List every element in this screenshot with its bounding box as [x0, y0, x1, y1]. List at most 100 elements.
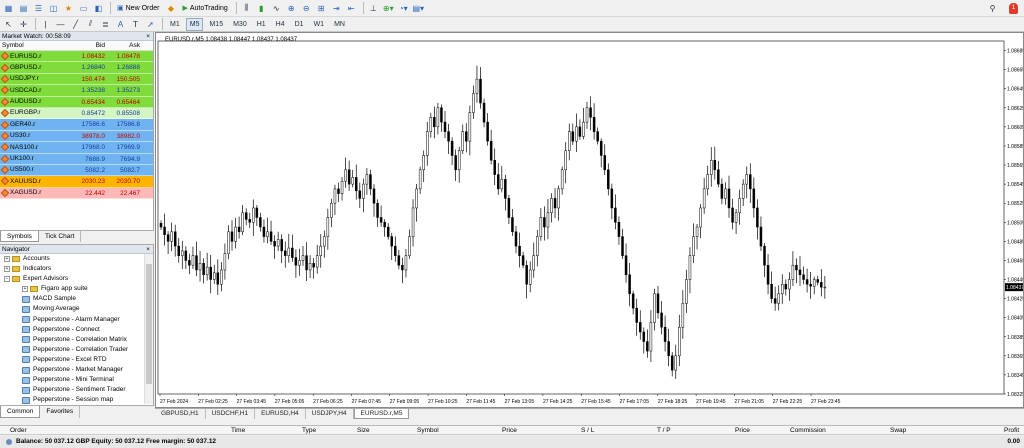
horizontal-line-icon[interactable]: —: [54, 18, 67, 31]
fibonacci-icon[interactable]: ≣: [99, 18, 112, 31]
navigator-item[interactable]: − Expert Advisors: [0, 274, 143, 284]
tab-favorites[interactable]: Favorites: [40, 406, 81, 418]
market-watch-row[interactable]: AUDUSD.r 0.65434 0.65464: [0, 96, 153, 108]
periods-icon[interactable]: ⊥: [367, 2, 380, 15]
line-chart-icon[interactable]: ∿: [270, 2, 283, 15]
col-tp[interactable]: T / P: [657, 426, 671, 436]
cursor-icon[interactable]: ↖: [2, 18, 15, 31]
col-sl[interactable]: S / L: [581, 426, 594, 436]
new-order-button[interactable]: ▣ New Order: [114, 2, 162, 15]
navigator-scrollbar[interactable]: [144, 254, 153, 404]
notification-bell-icon[interactable]: 1: [1009, 3, 1018, 14]
timeframe-m1[interactable]: M1: [166, 18, 184, 31]
expand-icon[interactable]: +: [22, 286, 28, 293]
timeframe-d1[interactable]: D1: [291, 18, 308, 31]
col-profit[interactable]: Profit: [1004, 426, 1019, 436]
tab-symbols[interactable]: Symbols: [0, 231, 39, 242]
expand-icon[interactable]: −: [4, 276, 10, 283]
data-window-icon[interactable]: ◫: [47, 2, 60, 15]
terminal-toggle-icon[interactable]: ▭: [77, 2, 90, 15]
navigator-item[interactable]: Moving Average: [0, 304, 143, 314]
chart-tab-usdjpy-h4[interactable]: USDJPY,H4: [306, 409, 354, 419]
close-icon[interactable]: ×: [146, 245, 153, 253]
expand-icon[interactable]: +: [4, 266, 10, 273]
timeframe-m5[interactable]: M5: [185, 17, 204, 31]
tab-tick-chart[interactable]: Tick Chart: [39, 231, 82, 242]
label-tool-icon[interactable]: T: [129, 18, 142, 31]
market-watch-row[interactable]: USDCAD.r 1.35238 1.35273: [0, 85, 153, 97]
chart-tab-gbpusd-h1[interactable]: GBPUSD,H1: [155, 409, 206, 419]
timeframe-h4[interactable]: H4: [272, 18, 289, 31]
periodicity-icon[interactable]: ◔▾: [397, 2, 410, 15]
market-watch-toggle-icon[interactable]: ☰: [32, 2, 45, 15]
chart-tab-eurusd-h4[interactable]: EURUSD,H4: [255, 409, 306, 419]
col-price-current[interactable]: Price: [735, 426, 750, 436]
indicators-list-icon[interactable]: ⊕▾: [382, 2, 395, 15]
close-icon[interactable]: ×: [146, 32, 153, 40]
navigator-item[interactable]: Pepperstone - Alarm Manager: [0, 315, 143, 325]
navigator-item[interactable]: Pepperstone - Excel RTD: [0, 355, 143, 365]
candlestick-chart[interactable]: EURUSD.r,M5 1.08438 1.08447 1.08437 1.08…: [156, 33, 1023, 407]
expand-icon[interactable]: +: [4, 256, 10, 263]
equidistant-channel-icon[interactable]: ⫽: [84, 18, 97, 31]
profiles-icon[interactable]: ▤: [17, 2, 30, 15]
timeframe-mn[interactable]: MN: [330, 18, 349, 31]
col-time[interactable]: Time: [231, 426, 245, 436]
navigator-item[interactable]: Pepperstone - Correlation Trader: [0, 345, 143, 355]
autoscroll-icon[interactable]: ⇥: [330, 2, 343, 15]
navigator-item[interactable]: Pepperstone - Connect: [0, 325, 143, 335]
navigator-item[interactable]: + Figaro app suite: [0, 284, 143, 294]
column-bid[interactable]: Bid: [72, 41, 107, 50]
timeframe-m15[interactable]: M15: [205, 18, 227, 31]
chart-tab-eurusd-m5[interactable]: EURUSD.r,M5: [353, 409, 410, 419]
zoom-in-icon[interactable]: ⊕: [285, 2, 298, 15]
bar-chart-icon[interactable]: ⫼: [240, 2, 253, 15]
timeframe-m30[interactable]: M30: [229, 18, 251, 31]
chart-tab-usdchf-h1[interactable]: USDCHF,H1: [206, 409, 256, 419]
market-watch-row[interactable]: US500.r 5082.2 5082.7: [0, 164, 153, 177]
zoom-out-icon[interactable]: ⊖: [300, 2, 313, 15]
navigator-item[interactable]: MACD Sample: [0, 294, 143, 304]
col-type[interactable]: Type: [302, 426, 316, 436]
tile-windows-icon[interactable]: ⊞: [315, 2, 328, 15]
balance-row[interactable]: Balance: 50 037.12 GBP Equity: 50 037.12…: [0, 436, 1024, 448]
col-price[interactable]: Price: [502, 426, 517, 436]
column-symbol[interactable]: Symbol: [0, 41, 72, 50]
search-icon[interactable]: ⚲: [986, 2, 999, 15]
timeframe-w1[interactable]: W1: [310, 18, 329, 31]
market-watch-row[interactable]: NAS100.r 17968.0 17969.9: [0, 142, 153, 154]
vertical-line-icon[interactable]: |: [39, 18, 52, 31]
navigator-item[interactable]: Pepperstone - Market Manager: [0, 365, 143, 375]
tab-common[interactable]: Common: [0, 406, 41, 418]
text-tool-icon[interactable]: A: [114, 18, 127, 31]
navigator-item[interactable]: + Accounts: [0, 254, 143, 264]
col-size[interactable]: Size: [357, 426, 370, 436]
market-watch-row[interactable]: XAGUSD.r 22.442 22.467: [0, 187, 153, 200]
market-watch-row[interactable]: USDJPY.r 150.474 150.505: [0, 73, 153, 86]
market-watch-row[interactable]: GER40.r 17586.6 17586.8: [0, 119, 153, 131]
navigator-item[interactable]: Pepperstone - Correlation Matrix: [0, 335, 143, 345]
col-swap[interactable]: Swap: [890, 426, 906, 436]
metaeditor-icon[interactable]: ◆: [164, 2, 177, 15]
trendline-icon[interactable]: ╱: [69, 18, 82, 31]
navigator-toggle-icon[interactable]: ★: [62, 2, 75, 15]
market-watch-row[interactable]: GBPUSD.r 1.26840 1.26888: [0, 62, 153, 74]
new-chart-icon[interactable]: ▦: [2, 2, 15, 15]
chart-window[interactable]: EURUSD.r,M5 1.08438 1.08447 1.08437 1.08…: [155, 32, 1024, 408]
strategy-tester-icon[interactable]: ◧: [92, 2, 105, 15]
col-symbol[interactable]: Symbol: [417, 426, 439, 436]
market-watch-row[interactable]: EURGBP.r 0.85472 0.85508: [0, 107, 153, 120]
navigator-item[interactable]: Pepperstone - Sentiment Trader: [0, 385, 143, 395]
crosshair-icon[interactable]: ✛: [17, 18, 30, 31]
navigator-item[interactable]: + Indicators: [0, 264, 143, 274]
scrollbar-thumb[interactable]: [146, 264, 152, 384]
candlesticks-icon[interactable]: ▮: [255, 2, 268, 15]
col-commission[interactable]: Commission: [790, 426, 826, 436]
arrows-tool-icon[interactable]: ➚: [144, 18, 157, 31]
timeframe-h1[interactable]: H1: [253, 18, 270, 31]
chart-shift-icon[interactable]: ⇤: [345, 2, 358, 15]
column-ask[interactable]: Ask: [107, 41, 142, 50]
templates-icon[interactable]: ▤▾: [412, 2, 425, 15]
market-watch-row[interactable]: US30.r 38978.0 38982.0: [0, 130, 153, 143]
navigator-item[interactable]: Pepperstone - Session map: [0, 395, 143, 404]
